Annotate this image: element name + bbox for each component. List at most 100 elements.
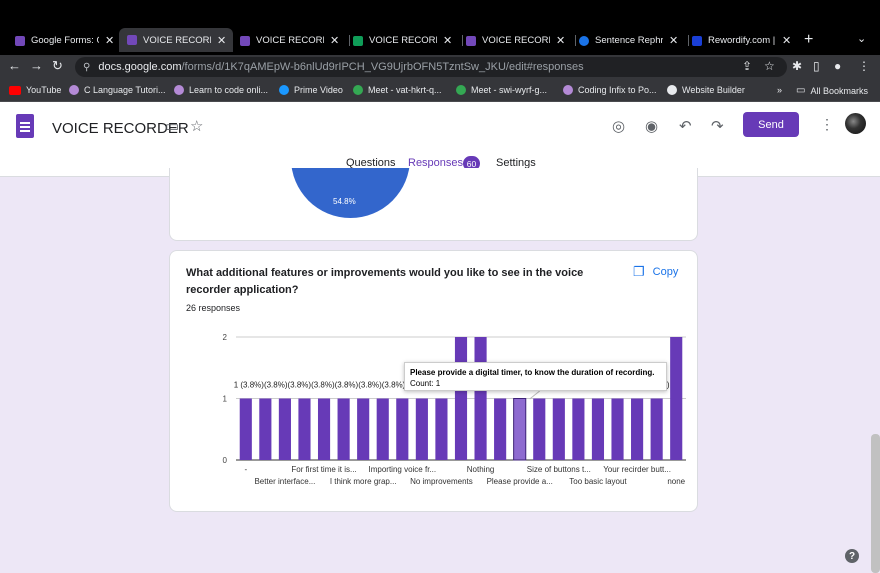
customize-theme-icon[interactable]: ◎: [612, 117, 625, 135]
bookmark-item[interactable]: Learn to code onli...: [174, 85, 268, 95]
x-tick-label: Size of buttons t...: [527, 465, 591, 474]
forms-logo-icon[interactable]: [16, 114, 34, 138]
chart-bar[interactable]: [435, 398, 448, 461]
side-panel-icon[interactable]: ▯: [813, 59, 820, 73]
tab-separator: [349, 35, 350, 46]
profile-avatar-icon[interactable]: ●: [834, 59, 841, 73]
close-tab-icon[interactable]: ✕: [669, 34, 678, 47]
y-tick-label: 0: [223, 456, 228, 465]
close-tab-icon[interactable]: ✕: [782, 34, 791, 47]
tab-separator: [688, 35, 689, 46]
tab-title: VOICE RECORDE: [256, 35, 324, 46]
close-tab-icon[interactable]: ✕: [330, 34, 339, 47]
chart-bar[interactable]: [376, 398, 389, 461]
chart-bar[interactable]: [533, 398, 546, 461]
bookmark-label: Meet - vat-hkrt-q...: [368, 85, 442, 95]
url-path: /forms/d/1K7qAMEpW-b6nlUd9rIPCH_VG9UjrbO…: [181, 61, 584, 73]
browser-tab[interactable]: Rewordify.com | ✕: [692, 31, 800, 50]
pie-slice-label: 54.8%: [333, 197, 356, 206]
bookmark-favicon: [174, 85, 184, 95]
new-tab-button[interactable]: +: [804, 31, 813, 49]
redo-icon[interactable]: ↷: [711, 117, 724, 135]
chart-bar[interactable]: [317, 398, 331, 461]
send-button[interactable]: Send: [743, 112, 799, 137]
chart-bar[interactable]: [396, 398, 409, 461]
address-bar[interactable]: ⚲ docs.google.com/forms/d/1K7qAMEpW-b6nl…: [75, 57, 787, 77]
bookmark-item[interactable]: Meet - swi-wyrf-g...: [456, 85, 547, 95]
y-tick-label: 2: [223, 333, 228, 342]
help-icon[interactable]: ?: [845, 549, 859, 563]
reload-icon[interactable]: ↻: [52, 58, 63, 74]
chart-bar[interactable]: [259, 398, 272, 461]
x-tick-label: Importing voice fr...: [369, 465, 437, 474]
move-to-folder-icon[interactable]: ▭: [165, 117, 179, 135]
chart-bar[interactable]: [337, 398, 350, 461]
chart-bar[interactable]: [474, 337, 487, 460]
tab-title: VOICE RECORDE: [482, 35, 550, 46]
chart-bar[interactable]: [494, 398, 507, 461]
share-icon[interactable]: ⇪: [742, 59, 752, 73]
forward-icon[interactable]: →: [30, 58, 43, 73]
chart-bar[interactable]: [631, 398, 644, 461]
preview-eye-icon[interactable]: ◉: [645, 117, 658, 135]
chart-bar[interactable]: [454, 337, 468, 460]
undo-icon[interactable]: ↶: [679, 117, 692, 135]
browser-tab[interactable]: Sentence Rephra ✕: [579, 31, 687, 50]
account-avatar[interactable]: [845, 113, 866, 134]
x-tick-label: Nothing: [467, 465, 495, 474]
chart-bar[interactable]: [357, 398, 370, 461]
tooltip-pointer: [529, 390, 541, 400]
chart-bar[interactable]: [513, 398, 527, 461]
all-bookmarks[interactable]: ▭ All Bookmarks: [796, 85, 868, 96]
close-tab-icon[interactable]: ✕: [217, 34, 226, 47]
bookmark-label: Learn to code onli...: [189, 85, 269, 95]
page-scrollbar[interactable]: [871, 434, 880, 573]
x-tick-label: none: [667, 477, 685, 486]
bookmark-item[interactable]: C Language Tutori...: [69, 85, 166, 95]
bookmark-label: YouTube: [26, 85, 62, 95]
back-icon[interactable]: ←: [8, 58, 21, 73]
close-tab-icon[interactable]: ✕: [105, 34, 114, 47]
copy-chart-button[interactable]: ❐ Copy: [633, 264, 678, 280]
chart-bar[interactable]: [298, 398, 311, 461]
bookmark-item[interactable]: Coding Infix to Po...: [563, 85, 657, 95]
star-icon[interactable]: ☆: [190, 117, 203, 135]
close-tab-icon[interactable]: ✕: [556, 34, 565, 47]
bookmark-label: C Language Tutori...: [84, 85, 166, 95]
more-options-icon[interactable]: ⋮: [820, 116, 834, 133]
tab-title: VOICE RECORDE: [143, 34, 211, 46]
chart-bar[interactable]: [552, 398, 565, 461]
chart-bar[interactable]: [415, 398, 428, 461]
bookmark-item[interactable]: Meet - vat-hkrt-q...: [353, 85, 442, 95]
bookmark-star-icon[interactable]: ☆: [764, 59, 775, 73]
chart-bar[interactable]: [572, 398, 585, 461]
browser-tab[interactable]: VOICE RECORDE ✕: [240, 31, 348, 50]
tooltip-count: Count: 1: [410, 379, 441, 388]
previous-summary-card: [169, 168, 698, 241]
browser-tab[interactable]: Google Forms: O ✕: [15, 31, 123, 50]
bookmark-item[interactable]: Website Builder: [667, 85, 745, 95]
bookmark-item[interactable]: Prime Video: [279, 85, 343, 95]
chart-bar[interactable]: [239, 398, 252, 461]
bookmark-label: Meet - swi-wyrf-g...: [471, 85, 548, 95]
tab-search-chevron-icon[interactable]: ⌄: [857, 32, 866, 45]
chart-bar[interactable]: [591, 398, 605, 461]
chart-bar[interactable]: [650, 398, 663, 461]
close-tab-icon[interactable]: ✕: [443, 34, 452, 47]
x-tick-label: I think more grap...: [330, 477, 397, 486]
bookmark-item[interactable]: YouTube: [9, 85, 61, 95]
bookmark-favicon: [667, 85, 677, 95]
x-tick-label: Too basic layout: [569, 477, 627, 486]
browser-tab[interactable]: VOICE RECORDE ✕: [466, 31, 574, 50]
bookmarks-overflow[interactable]: »: [777, 85, 782, 95]
site-info-icon[interactable]: ⚲: [83, 62, 90, 73]
extensions-icon[interactable]: ✱: [792, 59, 802, 73]
browser-tab[interactable]: VOICE RECORDE ✕: [119, 28, 233, 52]
chart-bar[interactable]: [278, 398, 291, 461]
browser-tab[interactable]: VOICE RECORDE ✕: [353, 31, 461, 50]
chart-bar[interactable]: [670, 337, 683, 460]
browser-menu-icon[interactable]: ⋮: [858, 59, 870, 73]
x-tick-label: -: [244, 465, 247, 474]
bookmark-favicon: [9, 85, 21, 95]
chart-bar[interactable]: [611, 398, 624, 461]
